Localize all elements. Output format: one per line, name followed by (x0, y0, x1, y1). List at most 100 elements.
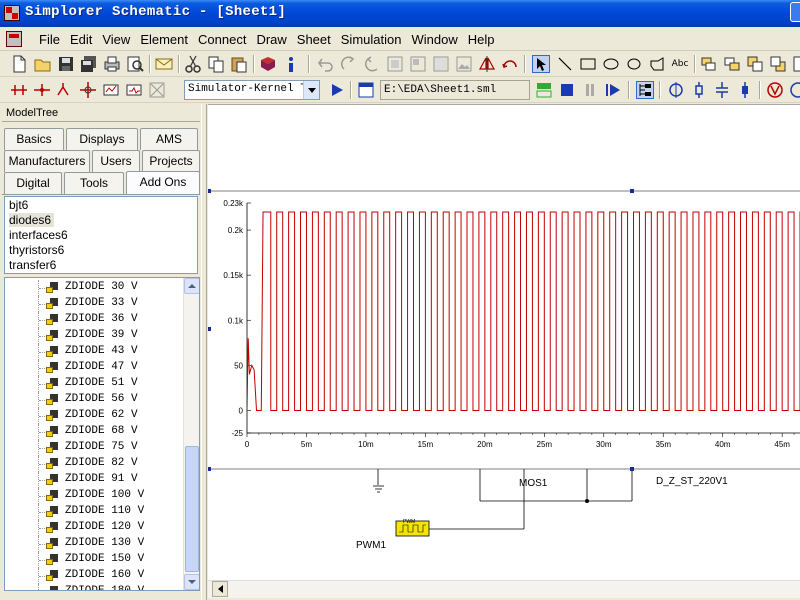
bring-front-icon[interactable] (746, 55, 764, 73)
list-item[interactable]: ZDIODE 36 V (5, 312, 183, 328)
info-icon[interactable] (282, 55, 300, 73)
scroll-left-button[interactable] (212, 581, 228, 597)
ammeter-icon[interactable] (789, 81, 800, 99)
schematic-horizontal-scrollbar[interactable] (208, 580, 800, 598)
library-item-bjt6[interactable]: bjt6 (9, 198, 28, 212)
save-all-icon[interactable] (80, 55, 98, 73)
draw-line-icon[interactable] (556, 55, 574, 73)
tab-users[interactable]: Users (92, 150, 140, 172)
probe-icon[interactable] (102, 81, 120, 99)
draw-rectangle-icon[interactable] (579, 55, 597, 73)
run-simulation-icon[interactable] (328, 81, 346, 99)
menu-sheet[interactable]: Sheet (292, 32, 336, 47)
panel-splitter[interactable] (201, 104, 207, 600)
disable-icon[interactable] (148, 81, 166, 99)
paste-icon[interactable] (230, 55, 248, 73)
copy-icon[interactable] (207, 55, 225, 73)
component-tree-scrollbar[interactable] (183, 278, 199, 590)
ground-symbol[interactable] (373, 485, 384, 493)
mail-icon[interactable] (155, 55, 173, 73)
cut-icon[interactable] (184, 55, 202, 73)
library-item-diodes6[interactable]: diodes6 (9, 213, 55, 227)
list-item[interactable]: ZDIODE 100 V (5, 488, 183, 504)
library-book-icon[interactable] (259, 55, 277, 73)
list-item[interactable]: ZDIODE 82 V (5, 456, 183, 472)
stop-icon[interactable] (558, 81, 576, 99)
list-item[interactable]: ZDIODE 51 V (5, 376, 183, 392)
resistor-icon[interactable] (690, 81, 708, 99)
sheet-path-field[interactable]: E:\EDA\Sheet1.sml (380, 80, 530, 100)
chevron-down-icon[interactable] (303, 81, 319, 99)
sheet-file-icon[interactable] (357, 81, 375, 99)
save-icon[interactable] (57, 55, 75, 73)
zoom-window-icon[interactable] (409, 55, 427, 73)
close-button[interactable] (790, 2, 800, 22)
menu-simulation[interactable]: Simulation (336, 32, 407, 47)
schematic-canvas[interactable]: -25 0 50 0.1k 0.15k 0.2k 0.23k 0 5m 10m 15m 20m 25m… (208, 104, 800, 580)
new-file-icon[interactable] (10, 55, 28, 73)
library-item-interfaces6[interactable]: interfaces6 (9, 228, 68, 242)
wire-icon[interactable] (10, 81, 28, 99)
print-icon[interactable] (103, 55, 121, 73)
scroll-thumb[interactable] (185, 446, 199, 572)
menu-connect[interactable]: Connect (193, 32, 251, 47)
mirror-icon[interactable] (478, 55, 496, 73)
undo-icon[interactable] (317, 55, 335, 73)
capacitor-icon[interactable] (713, 81, 731, 99)
align-icon[interactable] (792, 55, 800, 73)
select-pointer-icon[interactable] (532, 55, 550, 73)
tab-projects[interactable]: Projects (142, 150, 200, 172)
component-tree[interactable]: ZDIODE 30 V ZDIODE 33 V ZDIODE 36 V ZDIODE … (4, 277, 200, 591)
document-icon[interactable] (6, 31, 22, 47)
tab-basics[interactable]: Basics (4, 128, 64, 150)
model-tree-toggle-icon[interactable] (636, 81, 654, 99)
zoom-page-icon[interactable] (432, 55, 450, 73)
library-item-transfer6[interactable]: transfer6 (9, 258, 56, 272)
menu-draw[interactable]: Draw (251, 32, 291, 47)
menu-file[interactable]: File (34, 32, 65, 47)
list-item[interactable]: ZDIODE 68 V (5, 424, 183, 440)
list-item[interactable]: ZDIODE 30 V (5, 280, 183, 296)
voltage-source-icon[interactable] (667, 81, 685, 99)
list-item[interactable]: ZDIODE 110 V (5, 504, 183, 520)
flip-icon[interactable] (501, 55, 519, 73)
connect-node-icon[interactable] (33, 81, 51, 99)
list-item[interactable]: ZDIODE 56 V (5, 392, 183, 408)
send-back-icon[interactable] (769, 55, 787, 73)
simulator-select[interactable]: Simulator-Kernel TR (184, 80, 320, 100)
inductor-icon[interactable] (736, 81, 754, 99)
library-list[interactable]: bjt6 diodes6 interfaces6 thyristors6 tra… (4, 196, 198, 274)
tab-digital[interactable]: Digital (4, 172, 62, 194)
group-icon[interactable] (700, 55, 718, 73)
rotate-right-icon[interactable] (363, 55, 381, 73)
list-item[interactable]: ZDIODE 75 V (5, 440, 183, 456)
list-item[interactable]: ZDIODE 33 V (5, 296, 183, 312)
menu-help[interactable]: Help (463, 32, 500, 47)
list-item[interactable]: ZDIODE 130 V (5, 536, 183, 552)
display-icon[interactable] (125, 81, 143, 99)
voltmeter-icon[interactable] (766, 81, 784, 99)
list-item[interactable]: ZDIODE 39 V (5, 328, 183, 344)
scroll-up-button[interactable] (184, 278, 199, 294)
app-icon[interactable] (4, 5, 20, 21)
tab-ams[interactable]: AMS (140, 128, 198, 150)
list-item[interactable]: ZDIODE 91 V (5, 472, 183, 488)
list-item[interactable]: ZDIODE 62 V (5, 408, 183, 424)
library-item-thyristors6[interactable]: thyristors6 (9, 243, 64, 257)
print-preview-icon[interactable] (126, 55, 144, 73)
list-item[interactable]: ZDIODE 43 V (5, 344, 183, 360)
draw-ellipse-icon[interactable] (602, 55, 620, 73)
draw-polygon-icon[interactable] (648, 55, 666, 73)
list-item[interactable]: ZDIODE 150 V (5, 552, 183, 568)
rotate-left-icon[interactable] (340, 55, 358, 73)
zoom-fit-icon[interactable] (386, 55, 404, 73)
simulation-window-icon[interactable] (535, 81, 553, 99)
ungroup-icon[interactable] (723, 55, 741, 73)
list-item[interactable]: ZDIODE 47 V (5, 360, 183, 376)
picture-icon[interactable] (455, 55, 473, 73)
draw-circle-icon[interactable] (625, 55, 643, 73)
cross-node-icon[interactable] (79, 81, 97, 99)
chart-display[interactable]: -250500.1k0.15k0.2k0.23k 0 5m 10m 15m 20m 25m… (208, 189, 800, 471)
list-item[interactable]: ZDIODE 180 V (5, 584, 183, 590)
list-item[interactable]: ZDIODE 120 V (5, 520, 183, 536)
